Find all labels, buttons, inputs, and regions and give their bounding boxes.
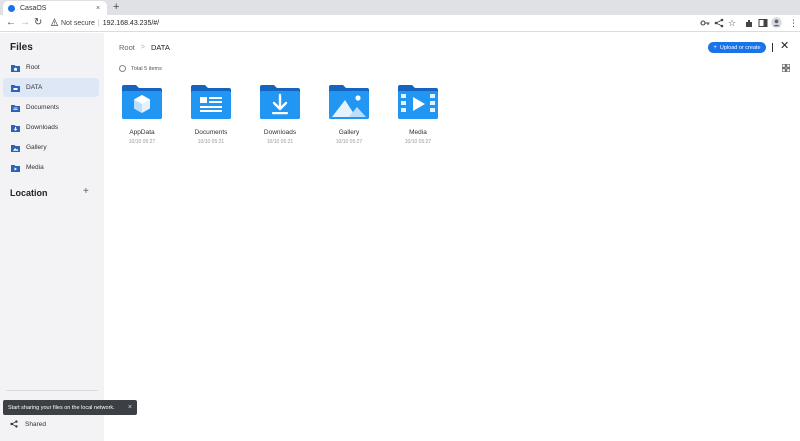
back-arrow-icon[interactable]: ←	[6, 16, 16, 30]
file-item-appdata[interactable]: AppData 10/10 05:27	[107, 85, 177, 145]
breadcrumb-separator: >	[140, 44, 145, 51]
sidebar-divider	[6, 390, 98, 391]
url-separator: |	[97, 20, 100, 27]
reload-icon[interactable]: ↻	[34, 16, 42, 30]
plus-icon: +	[713, 44, 717, 51]
downloads-folder-icon	[260, 85, 300, 119]
upload-or-create-button[interactable]: + Upload or create	[708, 42, 766, 53]
sidebar-item-label: Media	[26, 164, 44, 171]
security-label: Not secure	[61, 20, 95, 27]
key-icon[interactable]	[700, 18, 710, 28]
total-items-label: Total 5 items	[131, 65, 162, 72]
toolbar-divider	[772, 43, 773, 52]
location-title: Location	[10, 188, 48, 198]
share-icon[interactable]	[714, 18, 724, 28]
sidebar-item-documents[interactable]: Documents	[3, 98, 99, 117]
more-menu-icon[interactable]: ⋮	[789, 18, 799, 28]
side-panel-icon[interactable]	[758, 18, 768, 28]
file-item-gallery[interactable]: Gallery 10/10 05:27	[314, 85, 384, 145]
file-item-media[interactable]: Media 10/10 05:27	[383, 85, 453, 145]
file-date: 10/10 05:27	[404, 139, 432, 145]
file-date: 10/10 05:21	[197, 139, 225, 145]
sidebar-item-downloads[interactable]: Downloads	[3, 118, 99, 137]
tooltip-close-button[interactable]: ×	[128, 404, 132, 411]
home-folder-icon	[11, 64, 20, 72]
tooltip-text: Start sharing your files on the local ne…	[8, 404, 115, 411]
downloads-folder-icon	[11, 124, 20, 132]
browser-toolbar: ← → ↻ Not secure | 192.168.43.235/#/ ☆ ⋮	[0, 15, 800, 32]
file-name: Documents	[194, 129, 228, 136]
sidebar-title: Files	[10, 42, 33, 53]
address-bar[interactable]: Not secure | 192.168.43.235/#/	[61, 18, 159, 29]
sidebar-item-media[interactable]: Media	[3, 158, 99, 177]
sidebar-item-label: DATA	[26, 84, 43, 91]
browser-tab-strip: CasaOS × +	[0, 0, 800, 15]
sidebar-item-data[interactable]: DATA	[3, 78, 99, 97]
url-text: 192.168.43.235/#/	[102, 20, 160, 27]
profile-avatar-icon[interactable]	[771, 17, 782, 28]
file-date: 10/10 05:21	[266, 139, 294, 145]
breadcrumb-current: DATA	[150, 43, 170, 52]
file-item-documents[interactable]: Documents 10/10 05:21	[176, 85, 246, 145]
close-button[interactable]: ✕	[780, 40, 789, 52]
gallery-folder-icon	[11, 144, 20, 152]
sidebar-item-label: Downloads	[26, 124, 59, 131]
sidebar-item-label: Root	[26, 64, 40, 71]
extensions-icon[interactable]	[744, 18, 754, 28]
appdata-folder-icon	[122, 85, 162, 119]
warning-icon[interactable]	[51, 18, 58, 27]
file-date: 10/10 05:27	[335, 139, 363, 145]
new-tab-button[interactable]: +	[113, 1, 119, 14]
breadcrumb: Root > DATA	[119, 43, 170, 52]
browser-tab[interactable]: CasaOS ×	[3, 1, 107, 15]
drive-folder-icon	[11, 84, 20, 92]
file-browser-main: Root > DATA + Upload or create ✕ Total 5…	[104, 33, 800, 441]
file-name: Downloads	[263, 129, 297, 136]
sidebar-item-label: Gallery	[26, 144, 47, 151]
select-all[interactable]: Total 5 items	[119, 65, 162, 72]
share-tooltip: Start sharing your files on the local ne…	[3, 400, 137, 415]
tab-close-button[interactable]: ×	[94, 5, 102, 12]
grid-view-icon[interactable]	[782, 64, 790, 72]
file-name: AppData	[129, 129, 155, 136]
gallery-folder-icon	[329, 85, 369, 119]
sidebar-item-gallery[interactable]: Gallery	[3, 138, 99, 157]
documents-folder-icon	[11, 104, 20, 112]
sidebar: Files Root DATA Documents Downloads Gall…	[0, 33, 137, 441]
file-date: 10/10 05:27	[128, 139, 156, 145]
star-icon[interactable]: ☆	[728, 18, 738, 28]
file-name: Gallery	[338, 129, 360, 136]
media-folder-icon	[11, 164, 20, 172]
casaos-favicon-icon	[8, 4, 15, 12]
file-item-downloads[interactable]: Downloads 10/10 05:21	[245, 85, 315, 145]
tab-title: CasaOS	[20, 4, 47, 12]
forward-arrow-icon[interactable]: →	[20, 16, 30, 30]
add-location-button[interactable]: +	[83, 186, 89, 197]
documents-folder-icon	[191, 85, 231, 119]
upload-button-label: Upload or create	[719, 44, 761, 51]
sidebar-item-shared[interactable]: Shared	[10, 420, 46, 428]
sidebar-item-label: Documents	[26, 104, 59, 111]
breadcrumb-root[interactable]: Root	[119, 43, 135, 52]
media-folder-icon	[398, 85, 438, 119]
select-all-radio[interactable]	[119, 65, 126, 72]
file-name: Media	[409, 129, 427, 136]
sidebar-item-root[interactable]: Root	[3, 58, 99, 77]
share-icon	[10, 420, 18, 428]
sidebar-item-label: Shared	[25, 420, 46, 428]
